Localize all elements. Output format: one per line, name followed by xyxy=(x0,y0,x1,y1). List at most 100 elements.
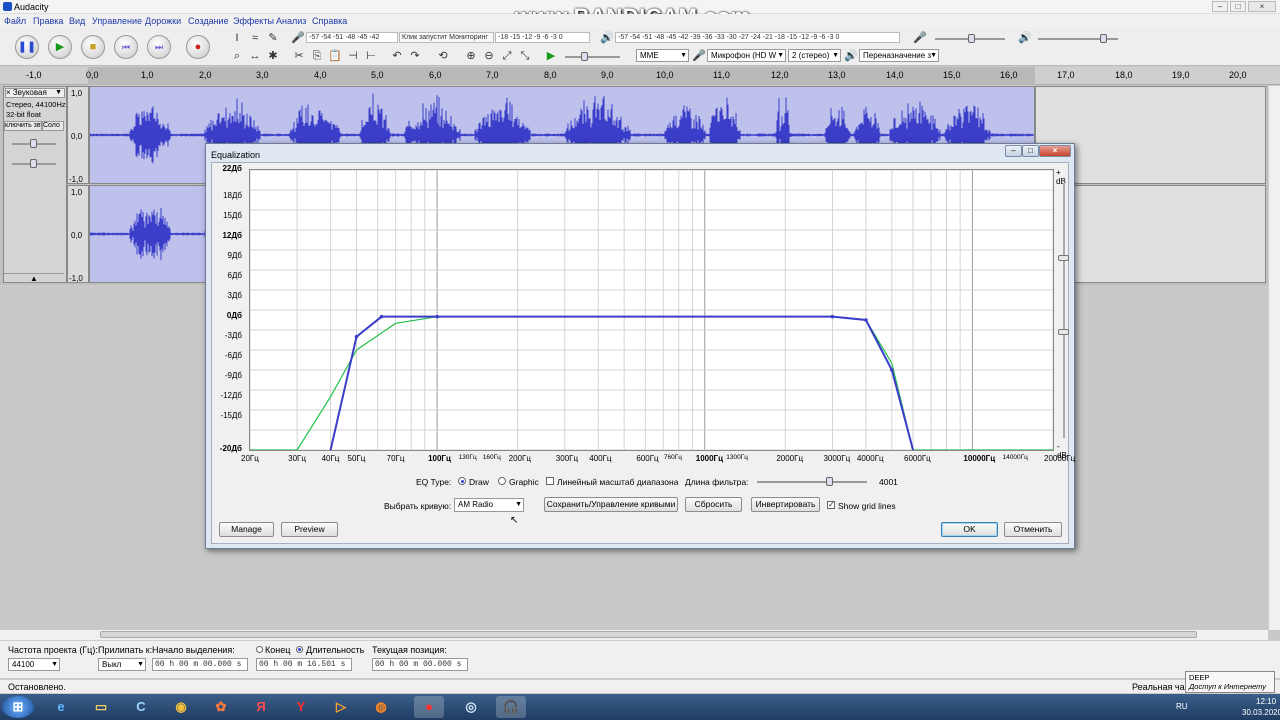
menu-help[interactable]: Справка xyxy=(312,16,347,26)
yandex-icon[interactable]: Y xyxy=(286,696,316,718)
input-volume-slider[interactable] xyxy=(935,34,1005,43)
maximize-button[interactable]: □ xyxy=(1022,145,1039,157)
pan-knob[interactable] xyxy=(30,159,37,168)
track-menu[interactable]: × Звуковая ▼ xyxy=(5,88,65,98)
audio-position-input[interactable]: 00 h 00 m 00.000 s xyxy=(372,658,468,671)
project-rate-select[interactable]: 44100 ▼ xyxy=(8,658,60,671)
length-radio[interactable] xyxy=(296,646,303,653)
reset-button[interactable]: Сбросить xyxy=(685,497,742,512)
skip-start-button[interactable]: ⏮ xyxy=(114,35,138,59)
fit-project-icon[interactable]: ⤡ xyxy=(518,49,532,63)
eq-draw-radio[interactable] xyxy=(458,477,466,485)
meter-monitor-hint[interactable]: Клик запустит Мониторинг xyxy=(399,32,494,43)
collapse-track-icon[interactable]: ▲ xyxy=(4,273,64,283)
end-label[interactable]: Конец xyxy=(265,645,290,655)
timeshift-tool-icon[interactable]: ↔ xyxy=(248,49,262,63)
menu-tracks[interactable]: Дорожки xyxy=(145,16,181,26)
explorer-icon[interactable]: ▭ xyxy=(86,696,116,718)
output-device-select[interactable]: Переназначение з ▼ xyxy=(859,49,939,62)
record-meter-scale[interactable]: -57 -54 -51 -48 -45 -42 -39 -36 -33 -30 … xyxy=(615,32,900,43)
linear-scale-checkbox[interactable] xyxy=(546,477,554,485)
ccleaner-icon[interactable]: C xyxy=(126,696,156,718)
eq-draw-label[interactable]: Draw xyxy=(469,477,489,487)
eq-graphic-radio[interactable] xyxy=(498,477,506,485)
mute-button[interactable]: ключить звук xyxy=(4,121,42,131)
play-speed-knob[interactable] xyxy=(581,52,588,61)
gain-knob[interactable] xyxy=(30,139,37,148)
language-indicator[interactable]: RU xyxy=(1176,702,1188,711)
close-button[interactable]: × xyxy=(1248,1,1276,12)
track-control-panel[interactable]: × Звуковая ▼ Стерео, 44100Hz 32-bit floa… xyxy=(3,86,67,283)
horizontal-scrollbar[interactable] xyxy=(0,630,1268,640)
end-radio[interactable] xyxy=(256,646,263,653)
ie-icon[interactable]: e xyxy=(46,696,76,718)
eq-graphic-label[interactable]: Graphic xyxy=(509,477,539,487)
trim-icon[interactable]: ⊣ xyxy=(346,49,360,63)
paste-icon[interactable]: 📋 xyxy=(328,49,342,63)
minimize-button[interactable]: – xyxy=(1212,1,1228,12)
sync-lock-icon[interactable]: ⟲ xyxy=(436,49,450,63)
silence-icon[interactable]: ⊢ xyxy=(364,49,378,63)
cancel-button[interactable]: Отменить xyxy=(1004,522,1062,537)
menu-view[interactable]: Вид xyxy=(69,16,85,26)
play-speed-slider[interactable] xyxy=(565,52,620,61)
ok-button[interactable]: OK xyxy=(941,522,998,537)
play-button[interactable]: ▶ xyxy=(48,35,72,59)
zoom-in-icon[interactable]: ⊕ xyxy=(464,49,478,63)
length-label[interactable]: Длительность xyxy=(306,645,364,655)
input-device-select[interactable]: Микрофон (HD W ▼ xyxy=(707,49,786,62)
audacity-taskbar-icon[interactable]: 🎧 xyxy=(496,696,526,718)
selection-tool-icon[interactable]: I xyxy=(230,31,244,45)
eq-curve-graph[interactable] xyxy=(249,169,1054,451)
vertical-scrollbar[interactable] xyxy=(1268,86,1280,630)
output-volume-knob[interactable] xyxy=(1100,34,1107,43)
menu-generate[interactable]: Создание xyxy=(188,16,229,26)
fit-selection-icon[interactable]: ⤢ xyxy=(500,49,514,63)
zoom-out-icon[interactable]: ⊖ xyxy=(482,49,496,63)
output-volume-slider[interactable] xyxy=(1038,34,1118,43)
menu-transport[interactable]: Управление xyxy=(92,16,142,26)
db-min-knob[interactable] xyxy=(1058,329,1069,335)
yandex-browser-icon[interactable]: Я xyxy=(246,696,276,718)
filter-length-knob[interactable] xyxy=(825,477,833,486)
input-volume-knob[interactable] xyxy=(968,34,975,43)
scroll-thumb[interactable] xyxy=(100,631,1197,638)
save-manage-curves-button[interactable]: Сохранить/Управление кривыми xyxy=(544,497,678,512)
cut-icon[interactable]: ✂ xyxy=(292,49,306,63)
pause-button[interactable]: ❚❚ xyxy=(15,35,39,59)
play-meter-scale-end[interactable]: -18 -15 -12 -9 -6 -3 0 xyxy=(495,32,590,43)
snap-to-select[interactable]: Выкл ▼ xyxy=(98,658,146,671)
menu-analyze[interactable]: Анализ xyxy=(276,16,306,26)
preview-button[interactable]: Preview xyxy=(281,522,338,537)
filter-length-slider[interactable] xyxy=(757,477,867,486)
stop-button[interactable]: ■ xyxy=(81,35,105,59)
firefox-icon[interactable]: ◍ xyxy=(366,696,396,718)
solo-button[interactable]: Соло xyxy=(42,121,64,131)
app-icon[interactable]: ◎ xyxy=(456,696,486,718)
start-button-icon[interactable]: ⊞ xyxy=(2,696,34,718)
close-button[interactable]: × xyxy=(1039,145,1071,157)
record-button[interactable]: ● xyxy=(186,35,210,59)
undo-icon[interactable]: ↶ xyxy=(390,49,404,63)
draw-tool-icon[interactable]: ✎ xyxy=(266,31,280,45)
curve-select[interactable]: AM Radio ▼ xyxy=(454,498,524,512)
zoom-tool-icon[interactable]: ⌕ xyxy=(230,49,244,63)
selection-start-input[interactable]: 00 h 00 m 00.000 s xyxy=(152,658,248,671)
menu-effects[interactable]: Эффекты xyxy=(233,16,274,26)
db-max-knob[interactable] xyxy=(1058,255,1069,261)
host-select[interactable]: MME ▼ xyxy=(636,49,689,62)
show-grid-checkbox[interactable]: ✓ xyxy=(827,501,835,509)
manage-button[interactable]: Manage xyxy=(219,522,274,537)
pan-slider[interactable] xyxy=(12,159,56,168)
db-range-slider[interactable] xyxy=(1058,183,1069,438)
invert-button[interactable]: Инвертировать xyxy=(751,497,820,512)
chrome-icon[interactable]: ◉ xyxy=(166,696,196,718)
close-icon[interactable]: × xyxy=(6,88,11,97)
skip-end-button[interactable]: ⏭ xyxy=(147,35,171,59)
menu-file[interactable]: Файл xyxy=(4,16,26,26)
channels-select[interactable]: 2 (стерео) ▼ xyxy=(788,49,841,62)
envelope-tool-icon[interactable]: ≈ xyxy=(248,31,262,45)
multi-tool-icon[interactable]: ✱ xyxy=(266,49,280,63)
app-flower-icon[interactable]: ✿ xyxy=(206,696,236,718)
menu-edit[interactable]: Правка xyxy=(33,16,63,26)
